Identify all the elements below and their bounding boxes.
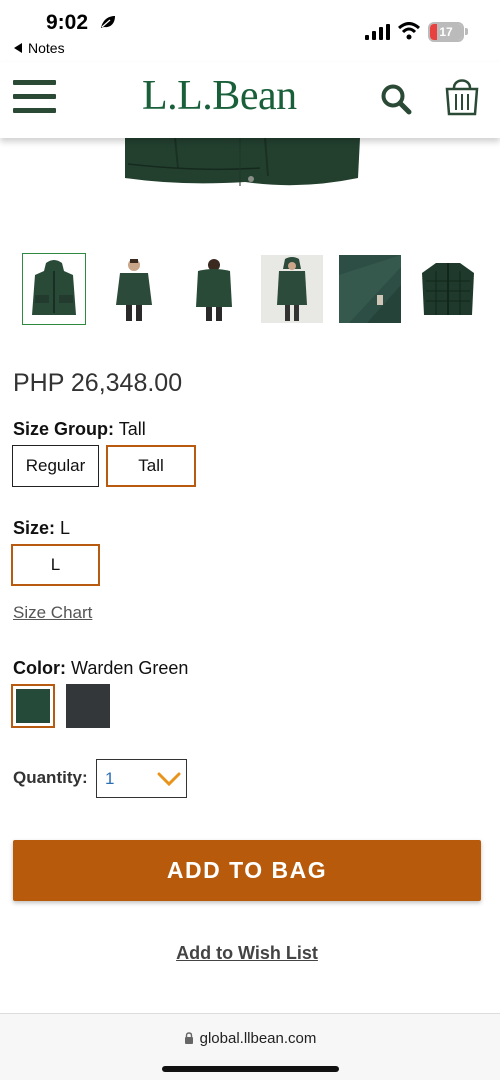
- product-price: PHP 26,348.00: [13, 369, 183, 397]
- color-label: Color:: [13, 658, 66, 678]
- battery-icon: 17: [428, 22, 464, 42]
- thumbnail-gallery: [22, 253, 482, 325]
- thumbnail-5[interactable]: [338, 253, 402, 325]
- brand-logo[interactable]: L.L.Bean: [142, 72, 297, 120]
- add-to-bag-button[interactable]: ADD TO BAG: [13, 840, 481, 901]
- color-value: Warden Green: [71, 658, 189, 678]
- color-swatch-charcoal[interactable]: [66, 684, 110, 728]
- browser-address-bar[interactable]: global.llbean.com: [0, 1013, 500, 1080]
- battery-nub: [465, 28, 468, 35]
- color-swatch-warden-green[interactable]: [11, 684, 55, 728]
- site-header: L.L.Bean: [0, 62, 500, 138]
- status-bar: 9:02 Notes 17: [0, 0, 500, 62]
- home-indicator[interactable]: [162, 1066, 339, 1072]
- size-group-value: Tall: [118, 419, 146, 439]
- add-to-wish-list-link[interactable]: Add to Wish List: [0, 943, 494, 964]
- quantity-select[interactable]: 1: [96, 759, 187, 798]
- search-icon[interactable]: [380, 83, 412, 115]
- size-value: L: [60, 518, 71, 538]
- lock-icon: [184, 1032, 193, 1044]
- size-group-regular-button[interactable]: Regular: [12, 445, 99, 487]
- product-main-image[interactable]: [0, 138, 500, 188]
- thumbnail-4[interactable]: [260, 253, 324, 325]
- battery-level: 17: [439, 25, 453, 39]
- url-display[interactable]: global.llbean.com: [0, 1030, 500, 1047]
- thumbnail-6[interactable]: [416, 253, 480, 325]
- color-heading: Color: Warden Green: [13, 658, 188, 679]
- clock: 9:02: [46, 11, 89, 34]
- thumbnail-1[interactable]: [22, 253, 86, 325]
- size-group-label: Size Group:: [13, 419, 115, 439]
- signal-icon: [365, 24, 390, 40]
- wifi-icon: [398, 22, 420, 40]
- thumbnail-2[interactable]: [102, 253, 166, 325]
- back-triangle-icon: [14, 43, 22, 53]
- back-to-app-button[interactable]: Notes: [14, 40, 65, 56]
- size-chart-link[interactable]: Size Chart: [13, 603, 92, 623]
- quantity-value: 1: [105, 769, 115, 788]
- size-heading: Size: L: [13, 518, 70, 539]
- focus-leaf-icon: [101, 16, 115, 28]
- size-label: Size:: [13, 518, 56, 538]
- size-group-tall-button[interactable]: Tall: [106, 445, 196, 487]
- shopping-bag-icon[interactable]: [444, 76, 480, 116]
- quantity-label: Quantity:: [13, 768, 88, 787]
- size-l-button[interactable]: L: [11, 544, 100, 586]
- chevron-down-icon: [157, 772, 181, 787]
- menu-icon[interactable]: [13, 80, 56, 114]
- size-group-heading: Size Group: Tall: [13, 419, 146, 440]
- back-app-label: Notes: [28, 40, 65, 56]
- url-text: global.llbean.com: [199, 1030, 317, 1047]
- thumbnail-3[interactable]: [182, 253, 246, 325]
